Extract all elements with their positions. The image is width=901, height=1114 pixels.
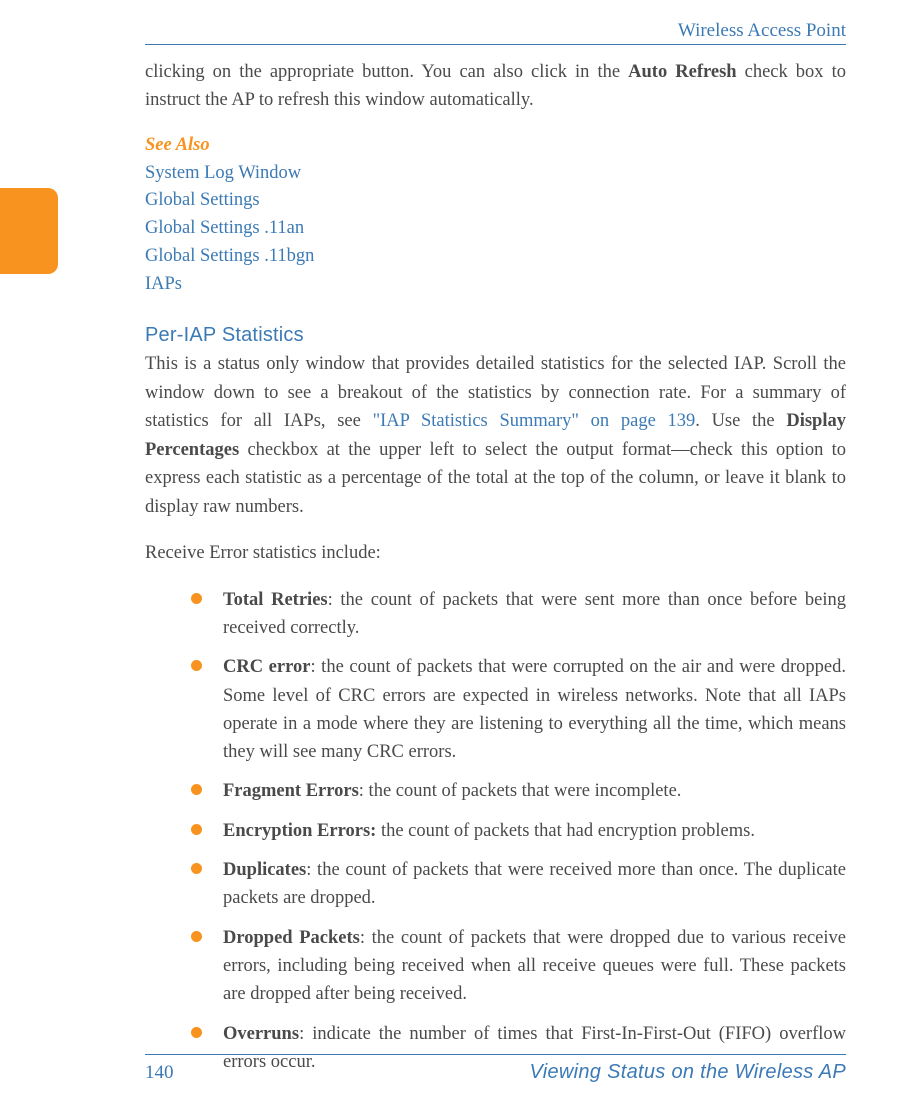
bullet-bold: Total Retries bbox=[223, 590, 328, 610]
bullet-bold: CRC error bbox=[223, 657, 310, 677]
bullet-icon bbox=[191, 931, 202, 942]
list-item: Encryption Errors: the count of packets … bbox=[191, 817, 846, 845]
list-item: Total Retries: the count of packets that… bbox=[191, 586, 846, 643]
link-global-settings-11an[interactable]: Global Settings .11an bbox=[145, 215, 846, 243]
bullet-icon bbox=[191, 593, 202, 604]
bullet-icon bbox=[191, 863, 202, 874]
list-item: Dropped Packets: the count of packets th… bbox=[191, 924, 846, 1009]
page-number: 140 bbox=[145, 1062, 174, 1084]
bullet-bold: Duplicates bbox=[223, 860, 306, 880]
bullet-text: the count of packets that had encryption… bbox=[376, 821, 755, 841]
bullet-bold: Dropped Packets bbox=[223, 928, 360, 948]
intro-bold: Auto Refresh bbox=[628, 62, 736, 82]
intro-paragraph: clicking on the appropriate button. You … bbox=[145, 59, 846, 115]
bullet-icon bbox=[191, 824, 202, 835]
section-paragraph-1: This is a status only window that provid… bbox=[145, 350, 846, 521]
link-global-settings-11bgn[interactable]: Global Settings .11bgn bbox=[145, 243, 846, 271]
para1-after-ref2: checkbox at the upper left to select the… bbox=[145, 440, 846, 517]
footer-section-title: Viewing Status on the Wireless AP bbox=[529, 1061, 846, 1084]
bullet-bold: Fragment Errors bbox=[223, 781, 359, 801]
link-system-log-window[interactable]: System Log Window bbox=[145, 160, 846, 188]
intro-text-before: clicking on the appropriate button. You … bbox=[145, 62, 628, 82]
bullet-text: : the count of packets that were corrupt… bbox=[223, 657, 846, 762]
side-tab bbox=[0, 188, 58, 274]
para1-after-ref1: . Use the bbox=[695, 411, 786, 431]
header-running-title: Wireless Access Point bbox=[145, 20, 846, 45]
section-paragraph-2: Receive Error statistics include: bbox=[145, 539, 846, 567]
bullet-bold: Overruns bbox=[223, 1024, 299, 1044]
link-global-settings[interactable]: Global Settings bbox=[145, 187, 846, 215]
bullet-bold: Encryption Errors: bbox=[223, 821, 376, 841]
link-iaps[interactable]: IAPs bbox=[145, 271, 846, 299]
see-also-heading: See Also bbox=[145, 135, 846, 156]
bullet-icon bbox=[191, 1027, 202, 1038]
page-footer: 140 Viewing Status on the Wireless AP bbox=[145, 1054, 846, 1084]
bullet-text: : the count of packets that were incompl… bbox=[359, 781, 682, 801]
list-item: CRC error: the count of packets that wer… bbox=[191, 653, 846, 766]
list-item: Fragment Errors: the count of packets th… bbox=[191, 777, 846, 805]
bullet-icon bbox=[191, 784, 202, 795]
list-item: Duplicates: the count of packets that we… bbox=[191, 856, 846, 913]
subsection-heading: Per-IAP Statistics bbox=[145, 324, 846, 347]
bullet-list: Total Retries : the count of packets that… bbox=[145, 586, 846, 1076]
see-also-links: System Log Window Global Settings Global… bbox=[145, 160, 846, 299]
bullet-text: : the count of packets that were receive… bbox=[223, 860, 846, 908]
bullet-icon bbox=[191, 660, 202, 671]
cross-reference-link[interactable]: "IAP Statistics Summary" on page 139 bbox=[373, 411, 696, 431]
